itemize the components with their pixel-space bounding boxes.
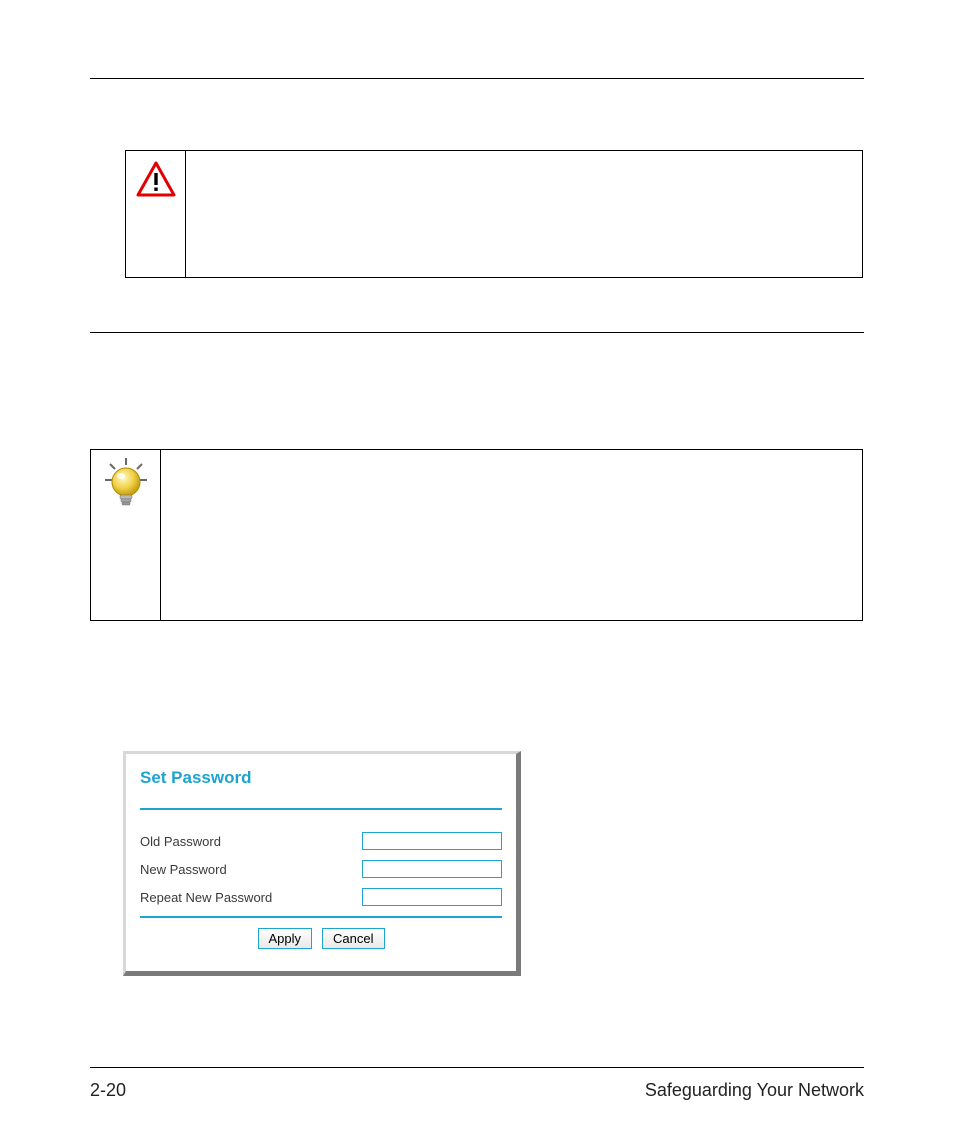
repeat-password-input[interactable] xyxy=(362,888,502,906)
panel-button-row: Apply Cancel xyxy=(140,928,502,949)
document-page: Set Password Old Password New Password R… xyxy=(0,0,954,1145)
tip-body xyxy=(161,450,862,620)
new-password-input[interactable] xyxy=(362,860,502,878)
tip-icon-cell xyxy=(91,450,161,620)
lightbulb-icon xyxy=(100,456,152,512)
section-rule xyxy=(90,332,864,333)
set-password-panel: Set Password Old Password New Password R… xyxy=(123,751,521,976)
old-password-label: Old Password xyxy=(140,834,221,849)
panel-title-underline xyxy=(140,808,502,810)
footer-rule xyxy=(90,1067,864,1068)
apply-button[interactable]: Apply xyxy=(258,928,313,949)
field-row-repeat-password: Repeat New Password xyxy=(140,888,502,906)
footer-section-title: Safeguarding Your Network xyxy=(645,1080,864,1101)
warning-triangle-icon xyxy=(136,161,176,197)
field-row-old-password: Old Password xyxy=(140,832,502,850)
panel-title: Set Password xyxy=(140,768,502,800)
page-number: 2-20 xyxy=(90,1080,126,1101)
old-password-input[interactable] xyxy=(362,832,502,850)
panel-separator xyxy=(140,916,502,918)
tip-callout xyxy=(90,449,863,621)
cancel-button[interactable]: Cancel xyxy=(322,928,384,949)
warning-icon-cell xyxy=(126,151,186,277)
warning-callout xyxy=(125,150,863,278)
new-password-label: New Password xyxy=(140,862,227,877)
warning-body xyxy=(186,151,862,277)
field-row-new-password: New Password xyxy=(140,860,502,878)
top-rule xyxy=(90,78,864,79)
repeat-password-label: Repeat New Password xyxy=(140,890,272,905)
